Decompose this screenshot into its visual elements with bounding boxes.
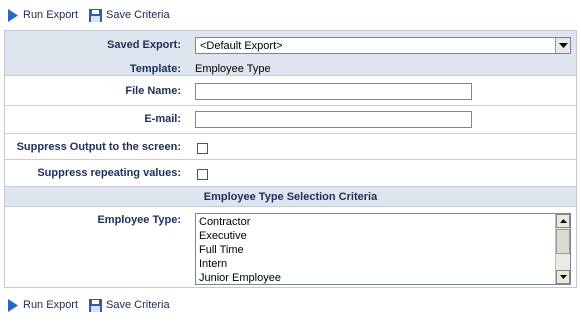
file-name-input[interactable]	[195, 83, 472, 100]
scroll-down-arrow-icon[interactable]	[556, 270, 570, 284]
save-criteria-button[interactable]: Save Criteria	[88, 8, 170, 23]
file-name-label: File Name:	[125, 85, 181, 97]
suppress-repeating-row: Suppress repeating values:	[5, 160, 576, 187]
list-item[interactable]: Full Time	[199, 244, 244, 256]
email-label: E-mail:	[144, 113, 181, 125]
saved-export-label: Saved Export:	[107, 39, 181, 51]
chevron-down-icon[interactable]	[555, 38, 570, 53]
run-export-button[interactable]: Run Export	[5, 298, 78, 313]
list-item[interactable]: Contractor	[199, 216, 250, 228]
suppress-output-row: Suppress Output to the screen:	[5, 134, 576, 160]
save-criteria-button[interactable]: Save Criteria	[88, 298, 170, 313]
template-value: Employee Type	[195, 63, 271, 75]
floppy-disk-icon	[88, 8, 103, 23]
employee-type-label: Employee Type:	[97, 214, 181, 226]
suppress-repeating-label: Suppress repeating values:	[37, 167, 181, 179]
run-export-button[interactable]: Run Export	[5, 8, 78, 23]
section-header-row: Employee Type Selection Criteria	[5, 187, 576, 207]
export-form: Saved Export: <Default Export> Template:…	[4, 30, 577, 288]
list-item[interactable]: Executive	[199, 230, 247, 242]
list-item[interactable]: Intern	[199, 258, 227, 270]
employee-type-listbox[interactable]: Contractor Executive Full Time Intern Ju…	[195, 213, 571, 285]
scroll-up-arrow-icon[interactable]	[556, 214, 570, 228]
play-icon	[5, 8, 20, 23]
run-export-label: Run Export	[23, 9, 79, 21]
run-export-label: Run Export	[23, 299, 79, 311]
list-item[interactable]: Junior Employee	[199, 272, 281, 284]
email-row: E-mail:	[5, 106, 576, 134]
suppress-output-label: Suppress Output to the screen:	[16, 141, 181, 153]
save-criteria-label: Save Criteria	[106, 9, 170, 21]
listbox-scrollbar[interactable]	[555, 214, 570, 284]
bottom-toolbar: Run Export Save Criteria	[0, 290, 581, 320]
template-label: Template:	[129, 63, 181, 75]
floppy-disk-icon	[88, 298, 103, 313]
saved-export-value: <Default Export>	[200, 40, 283, 52]
suppress-repeating-checkbox[interactable]	[197, 169, 208, 180]
file-name-row: File Name:	[5, 76, 576, 106]
scrollbar-thumb[interactable]	[556, 229, 570, 254]
section-title: Employee Type Selection Criteria	[203, 191, 378, 203]
email-input[interactable]	[195, 111, 472, 128]
suppress-output-checkbox[interactable]	[197, 143, 208, 154]
saved-export-row: Saved Export: <Default Export> Template:…	[5, 31, 576, 76]
employee-type-row: Employee Type: Contractor Executive Full…	[5, 207, 576, 287]
save-criteria-label: Save Criteria	[106, 299, 170, 311]
saved-export-select[interactable]: <Default Export>	[195, 37, 571, 54]
top-toolbar: Run Export Save Criteria	[0, 0, 581, 30]
play-icon	[5, 298, 20, 313]
